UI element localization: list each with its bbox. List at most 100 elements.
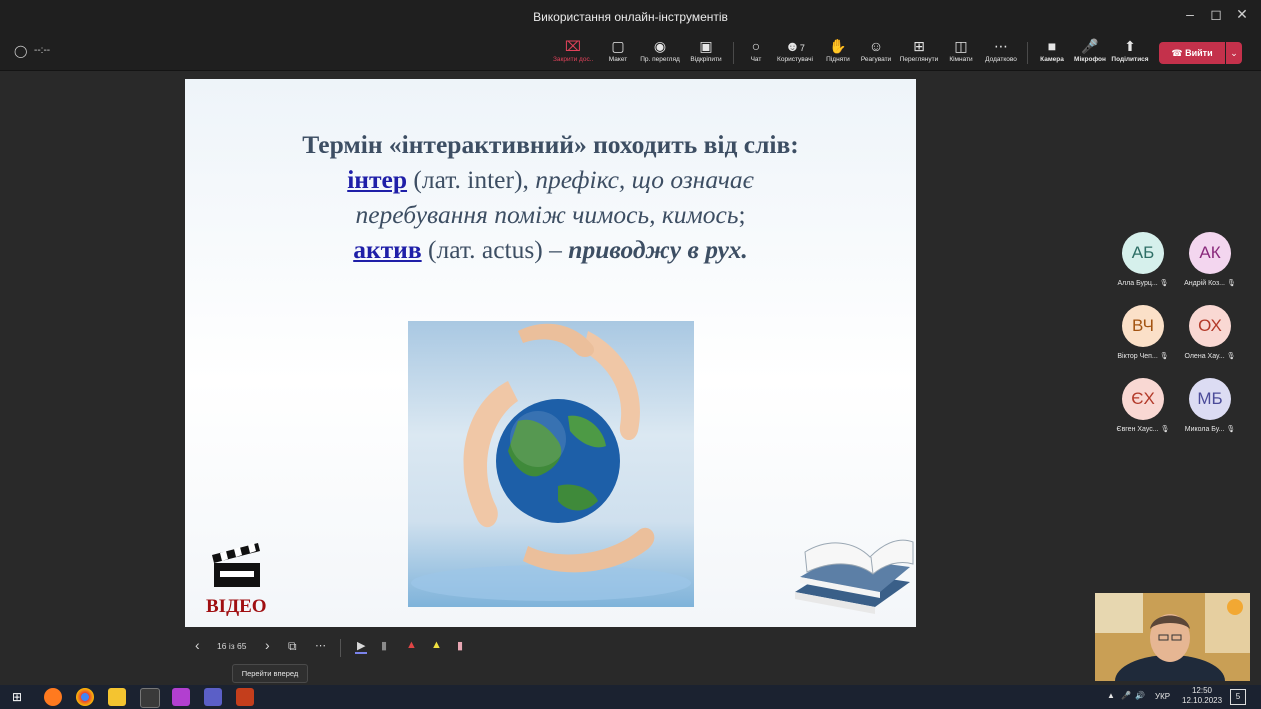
avatar: ЄХ xyxy=(1122,378,1164,420)
app-icon[interactable] xyxy=(172,688,190,706)
clock-time: 12:50 xyxy=(1191,686,1213,695)
slide-line-inter-def: перебування поміж чимось, кимось; xyxy=(355,200,746,229)
react-button[interactable]: ☺ Реагувати xyxy=(856,38,896,63)
clock-date: 12.10.2023 xyxy=(1182,696,1223,705)
chat-button[interactable]: ○ Чат xyxy=(736,38,776,63)
term-inter-link[interactable]: інтер xyxy=(347,165,407,194)
previous-slide-icon[interactable]: ‹ xyxy=(195,637,200,653)
eye-icon: ◉ xyxy=(653,38,667,54)
participant-tile[interactable]: АБ Алла Бурц... 🎙 xyxy=(1113,232,1173,287)
slide-heading: Термін «інтерактивний» походить від слів… xyxy=(302,130,799,159)
mic-muted-icon: 🎙 xyxy=(1226,353,1236,360)
camera-icon: ■ xyxy=(1047,38,1057,54)
mic-muted-icon: 🎙 xyxy=(1159,353,1169,360)
mic-muted-icon: 🎙 xyxy=(1160,426,1170,433)
firefox-icon[interactable] xyxy=(44,688,62,706)
participant-tile[interactable]: МБ Микола Бу... 🎙 xyxy=(1180,378,1240,433)
windows-taskbar: ⊞ ▲ 🎤 🔊 УКР 12:50 12.10.2023 5 xyxy=(0,685,1261,709)
hands-globe-image xyxy=(408,321,694,607)
avatar: ОХ xyxy=(1189,305,1231,347)
self-video-tile[interactable] xyxy=(1095,593,1250,681)
pen-icon[interactable]: ▲ xyxy=(406,639,417,651)
mic-muted-icon: 🎙 xyxy=(1226,280,1236,287)
meeting-timer: --:-- xyxy=(34,45,51,56)
mic-muted-icon: 🎙 xyxy=(1159,280,1169,287)
share-button[interactable]: ⬆ Поділитися xyxy=(1110,38,1150,63)
participant-tile[interactable]: ВЧ Віктор Чеп... 🎙 xyxy=(1113,305,1173,360)
people-button[interactable]: ☻7 Користувачі xyxy=(775,38,815,63)
close-share-button[interactable]: ⌧ Закрити дос... xyxy=(553,38,593,63)
minimize-icon[interactable]: – xyxy=(1178,6,1202,22)
close-icon[interactable]: ✕ xyxy=(1230,6,1254,23)
more-button[interactable]: ⋯ Додатково xyxy=(981,38,1021,63)
microphone-icon: 🎤 xyxy=(1081,38,1099,54)
pointer-icon[interactable]: ▶ xyxy=(355,639,368,654)
rooms-button[interactable]: ◫ Кімнати xyxy=(941,38,981,63)
avatar: АК xyxy=(1189,232,1231,274)
clock[interactable]: 12:50 12.10.2023 xyxy=(1182,686,1222,706)
avatar: МБ xyxy=(1189,378,1231,420)
toolbar-divider xyxy=(733,42,734,64)
speaker-icon[interactable]: 🔊 xyxy=(1135,691,1145,700)
unpin-icon: ▣ xyxy=(699,38,713,54)
language-indicator[interactable]: УКР xyxy=(1155,692,1170,701)
participant-tile[interactable]: АК Андрій Коз... 🎙 xyxy=(1180,232,1240,287)
more-options-icon[interactable]: ⋯ xyxy=(315,639,326,652)
toolbar-divider xyxy=(1027,42,1028,64)
notifications-icon[interactable]: 5 xyxy=(1230,689,1246,705)
layout-button[interactable]: ▢ Макет xyxy=(598,38,638,63)
slide-text: Термін «інтерактивний» походить від слів… xyxy=(185,127,916,267)
participant-tile[interactable]: ЄХ Євген Хаус... 🎙 xyxy=(1113,378,1173,433)
teams-icon[interactable] xyxy=(204,688,222,706)
share-icon: ⬆ xyxy=(1124,38,1136,54)
presenter-view-button[interactable]: ◉ Пр. перегляд xyxy=(640,38,680,63)
slide-line-inter: інтер (лат. inter), префікс, що означає xyxy=(347,165,754,194)
avatar: АБ xyxy=(1122,232,1164,274)
chevron-down-icon[interactable]: ⌄ xyxy=(1226,42,1242,64)
participant-tile[interactable]: ОХ Олена Хау... 🎙 xyxy=(1180,305,1240,360)
mic-tray-icon[interactable]: 🎤 xyxy=(1121,691,1131,700)
windows-start-icon[interactable]: ⊞ xyxy=(12,688,30,706)
window-title: Використання онлайн-інструментів xyxy=(533,10,728,24)
view-button[interactable]: ⊞ Переглянути xyxy=(899,38,939,63)
shield-icon: ◯ xyxy=(14,44,28,58)
presenter-controls: ‹ 16 із 65 › ⧉ ⋯ ▶ ▮ ▲ ▲ ▮ xyxy=(185,633,545,661)
slides-grid-icon[interactable]: ⧉ xyxy=(288,639,297,654)
rooms-icon: ◫ xyxy=(954,38,968,54)
stop-share-icon: ⌧ xyxy=(564,38,582,54)
grid-view-icon: ⊞ xyxy=(913,38,925,54)
unpin-button[interactable]: ▣ Відкріпити xyxy=(686,38,726,63)
next-slide-icon[interactable]: › xyxy=(265,637,270,653)
globe-icon xyxy=(411,323,691,601)
maximize-icon[interactable]: ◻ xyxy=(1204,6,1228,23)
slide-counter: 16 із 65 xyxy=(217,641,247,651)
people-count: 7 xyxy=(799,43,805,53)
clapperboard-icon[interactable] xyxy=(210,541,262,592)
meeting-toolbar: ⌧ Закрити дос... ▢ Макет ◉ Пр. перегляд … xyxy=(0,34,1261,71)
video-label[interactable]: ВІДЕО xyxy=(206,596,267,618)
controls-divider xyxy=(340,639,341,657)
raise-hand-button[interactable]: ✋ Підняти xyxy=(818,38,858,63)
more-dots-icon: ⋯ xyxy=(994,38,1008,54)
next-slide-tooltip: Перейти вперед xyxy=(232,664,308,683)
mic-button[interactable]: 🎤 Мікрофон xyxy=(1070,38,1110,63)
laser-pointer-icon[interactable]: ▮ xyxy=(381,639,387,652)
camera-button[interactable]: ■ Камера xyxy=(1032,38,1072,63)
hand-icon: ✋ xyxy=(829,38,847,54)
window-title-bar: Використання онлайн-інструментів – ◻ ✕ xyxy=(0,0,1261,34)
tray-chevron-icon[interactable]: ▲ xyxy=(1107,691,1115,700)
people-icon: ☻7 xyxy=(785,38,805,54)
books-icon xyxy=(785,522,915,627)
highlighter-icon[interactable]: ▲ xyxy=(431,639,442,651)
smile-icon: ☺ xyxy=(868,38,884,54)
calculator-icon[interactable] xyxy=(140,688,160,708)
person-video-icon xyxy=(1095,593,1250,681)
file-explorer-icon[interactable] xyxy=(108,688,126,706)
mic-muted-icon: 🎙 xyxy=(1226,426,1236,433)
chrome-icon[interactable] xyxy=(76,688,94,706)
leave-button[interactable]: ☎ Вийти xyxy=(1159,42,1225,64)
term-aktiv-link[interactable]: актив xyxy=(353,235,421,264)
eraser-icon[interactable]: ▮ xyxy=(457,639,463,652)
slide-line-aktiv: актив (лат. actus) – приводжу в рух. xyxy=(353,235,748,264)
powerpoint-icon[interactable] xyxy=(236,688,254,706)
